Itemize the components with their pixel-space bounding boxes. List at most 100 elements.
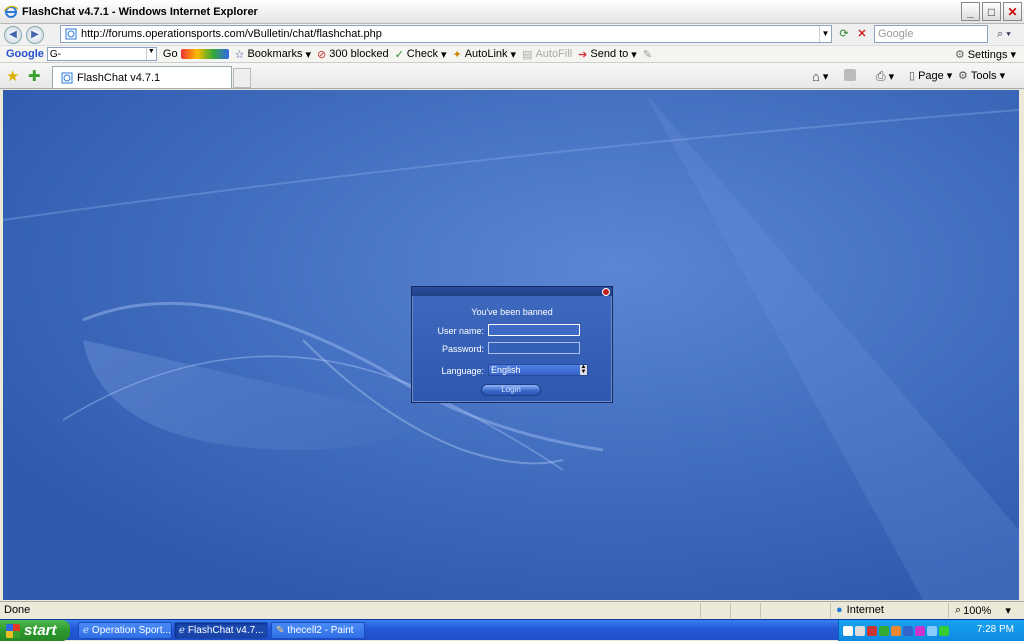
close-button[interactable]: ✕ bbox=[1003, 2, 1022, 21]
go-button[interactable]: Go bbox=[163, 48, 229, 60]
address-dropdown-button[interactable]: ▼ bbox=[819, 26, 831, 42]
status-divider bbox=[830, 603, 831, 618]
google-search-value: G- bbox=[49, 49, 61, 60]
popup-blocked-button[interactable]: ⊘ 300 blocked bbox=[317, 48, 389, 61]
printer-icon: ⎙ bbox=[876, 69, 886, 83]
google-search-input[interactable]: G- ▼ bbox=[46, 47, 157, 61]
address-bar[interactable]: http://forums.operationsports.com/vBulle… bbox=[60, 25, 832, 43]
favorites-star-icon[interactable]: ★ bbox=[6, 67, 19, 85]
tray-icon[interactable] bbox=[843, 625, 853, 636]
send-to-button[interactable]: ➔ Send to ▾ bbox=[578, 48, 637, 61]
autofill-button[interactable]: ▤ AutoFill bbox=[522, 48, 572, 61]
username-input[interactable] bbox=[488, 324, 580, 336]
taskbar: start ℯ Operation Sport... ℯ FlashChat v… bbox=[0, 619, 1024, 641]
search-button[interactable]: ⌕ ▾ bbox=[990, 25, 1018, 43]
back-button[interactable]: ◀ bbox=[4, 25, 22, 44]
tray-icon[interactable] bbox=[879, 625, 889, 636]
highlighter-button[interactable]: ✎ bbox=[643, 48, 652, 61]
autolink-button[interactable]: ✦ AutoLink ▾ bbox=[453, 48, 517, 61]
tray-icon[interactable] bbox=[927, 625, 937, 636]
chevron-down-icon: ▾ bbox=[946, 70, 953, 82]
tab-label: FlashChat v4.7.1 bbox=[77, 71, 161, 84]
chevron-down-icon: ▾ bbox=[822, 71, 829, 83]
username-label: User name: bbox=[437, 326, 484, 336]
home-button[interactable]: ⌂ ▾ bbox=[812, 69, 828, 84]
search-input[interactable]: Google bbox=[874, 25, 988, 43]
address-row: ◀ ▶ http://forums.operationsports.com/vB… bbox=[0, 24, 1024, 45]
task-label: thecell2 - Paint bbox=[287, 625, 354, 636]
blocker-icon: ⊘ bbox=[317, 48, 327, 61]
send-icon: ➔ bbox=[578, 48, 588, 61]
tray-icon[interactable] bbox=[891, 625, 901, 636]
login-dialog: You've been banned User name: Password: … bbox=[411, 286, 613, 403]
status-divider bbox=[760, 603, 761, 618]
tray-icon[interactable] bbox=[867, 625, 877, 636]
stop-button[interactable]: ✕ bbox=[854, 26, 870, 42]
refresh-icon: ⟳ bbox=[839, 28, 849, 40]
rss-icon bbox=[844, 69, 856, 81]
wand-icon: ✦ bbox=[452, 48, 462, 61]
maximize-button[interactable]: □ bbox=[982, 2, 1001, 21]
address-url: http://forums.operationsports.com/vBulle… bbox=[81, 28, 382, 40]
check-label: Check bbox=[406, 48, 438, 60]
title-bar: FlashChat v4.7.1 - Windows Internet Expl… bbox=[0, 0, 1024, 24]
spell-check-button[interactable]: ✓ Check ▾ bbox=[395, 48, 447, 61]
status-bar: Done ● Internet ⌕ 100% ▾ bbox=[0, 601, 1024, 618]
chevron-down-icon: ▾ bbox=[305, 48, 312, 61]
ie-icon: ℯ bbox=[179, 625, 185, 636]
login-button[interactable]: Login bbox=[481, 384, 541, 396]
page-content: You've been banned User name: Password: … bbox=[3, 90, 1019, 600]
tab-flashchat[interactable]: FlashChat v4.7.1 bbox=[52, 66, 232, 88]
chevron-down-icon: ▾ bbox=[1010, 49, 1016, 61]
taskbar-item-paint[interactable]: ✎ thecell2 - Paint bbox=[271, 622, 365, 639]
tray-icon[interactable] bbox=[855, 625, 865, 636]
minimize-button[interactable]: _ bbox=[961, 2, 980, 21]
google-toolbar: Google G- ▼ Go ☆ Bookmarks ▾ ⊘ 300 blocked ✓… bbox=[0, 45, 1024, 63]
security-zone[interactable]: ● Internet bbox=[836, 604, 884, 616]
tray-icon[interactable] bbox=[939, 625, 949, 636]
page-icon bbox=[65, 28, 77, 40]
bookmarks-label: Bookmarks bbox=[247, 48, 303, 60]
globe-icon: ● bbox=[836, 604, 843, 616]
forward-button[interactable]: ▶ bbox=[26, 25, 44, 44]
language-select[interactable]: English ▲ ▼ bbox=[488, 364, 588, 376]
bookmarks-button[interactable]: ☆ Bookmarks ▾ bbox=[235, 48, 311, 61]
autolink-label: AutoLink bbox=[464, 48, 508, 60]
start-button[interactable]: start bbox=[0, 620, 70, 641]
tray-icon[interactable] bbox=[903, 625, 913, 636]
dialog-title-bar bbox=[412, 287, 612, 296]
google-search-dropdown[interactable]: ▼ bbox=[145, 48, 156, 60]
language-label: Language: bbox=[441, 366, 484, 376]
status-divider bbox=[730, 603, 731, 618]
select-arrow-icon: ▲ ▼ bbox=[580, 364, 587, 375]
chevron-down-icon: ▾ bbox=[888, 71, 895, 83]
paint-icon: ✎ bbox=[276, 625, 285, 636]
autofill-icon: ▤ bbox=[522, 48, 533, 61]
taskbar-item-operation-sports[interactable]: ℯ Operation Sport... bbox=[78, 622, 172, 639]
taskbar-item-flashchat[interactable]: ℯ FlashChat v4.7... bbox=[174, 622, 268, 639]
ie-logo-icon bbox=[4, 5, 18, 18]
status-divider bbox=[700, 603, 701, 618]
zoom-control[interactable]: ⌕ 100% ▾ bbox=[955, 604, 1011, 617]
password-label: Password: bbox=[441, 344, 484, 354]
page-menu-button[interactable]: ▯ Page ▾ bbox=[909, 69, 953, 83]
dialog-close-icon[interactable] bbox=[602, 288, 610, 296]
password-input[interactable] bbox=[488, 342, 580, 354]
tab-row: ★ ✚ FlashChat v4.7.1 ⌂ ▾ ⎙ ▾ ▯ Page ▾ ⚙ Tools… bbox=[0, 63, 1024, 89]
new-tab-button[interactable] bbox=[233, 68, 251, 88]
back-arrow-icon: ◀ bbox=[9, 29, 17, 40]
start-label: start bbox=[24, 622, 57, 639]
tools-menu-label: Tools bbox=[970, 69, 997, 82]
tools-menu-button[interactable]: ⚙ Tools ▾ bbox=[958, 69, 1005, 83]
search-icon: ⌕ ▾ bbox=[997, 28, 1011, 40]
tray-icon[interactable] bbox=[915, 625, 925, 636]
status-divider bbox=[948, 603, 949, 618]
feeds-button[interactable] bbox=[844, 69, 856, 81]
settings-button[interactable]: ⚙ Settings ▾ bbox=[954, 48, 1016, 62]
gear-icon: ⚙ bbox=[954, 49, 965, 61]
page-menu-icon: ▯ bbox=[909, 70, 916, 82]
refresh-button[interactable]: ⟳ bbox=[836, 26, 852, 42]
window-title: FlashChat v4.7.1 - Windows Internet Expl… bbox=[22, 5, 258, 18]
print-button[interactable]: ⎙ ▾ bbox=[876, 69, 894, 84]
add-favorites-icon[interactable]: ✚ bbox=[28, 67, 41, 85]
